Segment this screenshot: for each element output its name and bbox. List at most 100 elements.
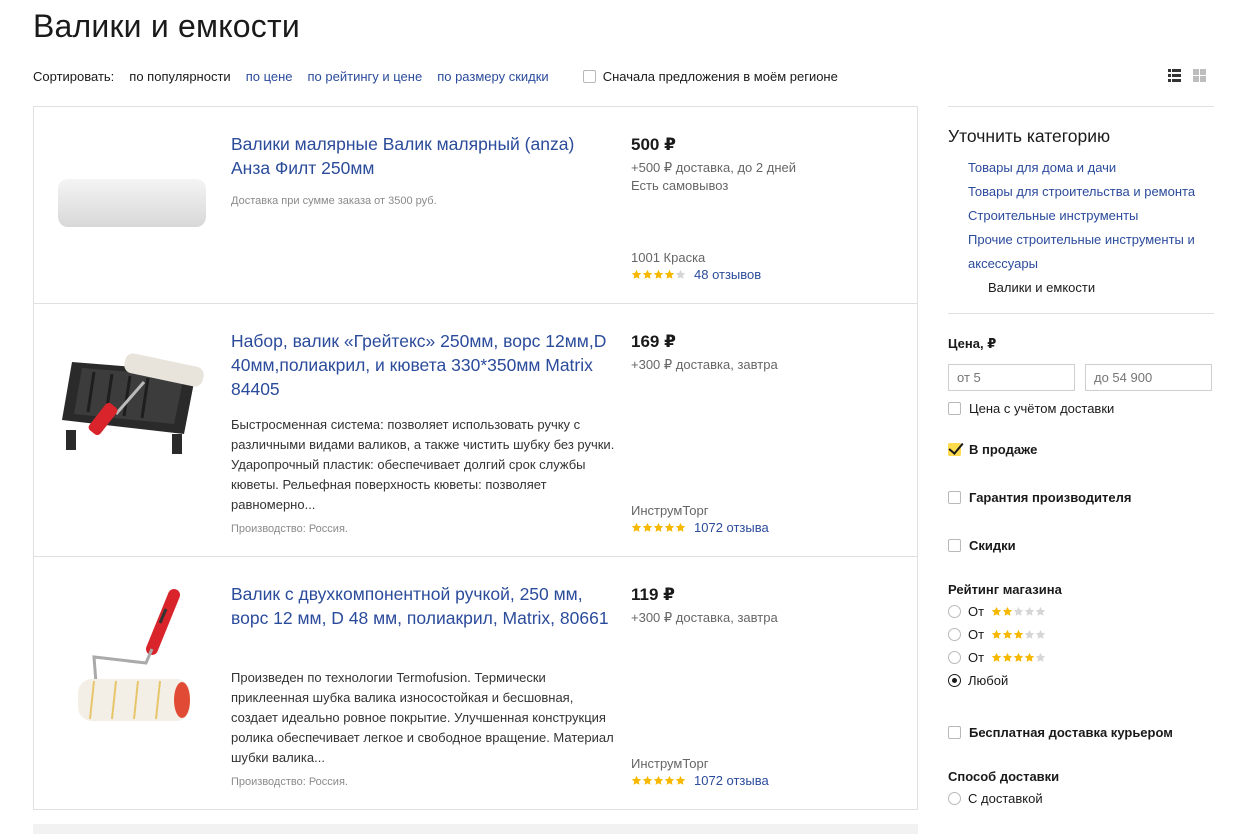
price-range	[948, 364, 1214, 391]
warranty-row[interactable]: Гарантия производителя	[948, 490, 1214, 505]
price-with-delivery-checkbox[interactable]	[948, 402, 961, 415]
product-delivery: +500 ₽ доставка, до 2 дней	[631, 160, 796, 175]
rating-stars	[631, 269, 686, 280]
product-note: Доставка при сумме заказа от 3500 руб.	[231, 195, 437, 207]
product-note: Производство: Россия.	[231, 523, 348, 535]
reviews-link[interactable]: 1072 отзыва	[694, 520, 769, 535]
product-card: Валик с двухкомпонентной ручкой, 250 мм,…	[34, 557, 917, 809]
product-price: 169 ₽	[631, 332, 676, 351]
price-to-input[interactable]	[1085, 364, 1212, 391]
star-filled-icon	[1002, 652, 1013, 662]
star-filled-icon	[991, 629, 1002, 639]
on-sale-row[interactable]: В продаже	[948, 442, 1214, 457]
view-toggle	[1168, 69, 1206, 82]
divider	[948, 106, 1214, 107]
shop-rating-option[interactable]: От	[948, 600, 1214, 623]
discounts-row[interactable]: Скидки	[948, 538, 1214, 553]
star-filled-icon	[1002, 629, 1013, 639]
shop-rating-radio[interactable]	[948, 674, 961, 687]
warranty-checkbox[interactable]	[948, 491, 961, 504]
product-note: Производство: Россия.	[231, 776, 348, 788]
shop-rating-option[interactable]: Любой	[948, 669, 1214, 692]
list-bottom-edge	[33, 824, 918, 834]
price-with-delivery-row[interactable]: Цена с учётом доставки	[948, 401, 1214, 416]
star-filled-icon	[642, 269, 653, 279]
on-sale-checkbox[interactable]	[948, 443, 961, 456]
star-filled-icon	[1013, 629, 1024, 639]
shop-name: ИнструмТорг	[631, 756, 709, 771]
star-filled-icon	[664, 522, 675, 532]
price-with-delivery-label: Цена с учётом доставки	[969, 401, 1115, 416]
shop-rating-option[interactable]: От	[948, 646, 1214, 669]
product-list: Валики малярные Валик малярный (anza) Ан…	[33, 106, 918, 810]
sort-label: Сортировать:	[33, 68, 115, 84]
delivery-method-radio[interactable]	[948, 792, 961, 805]
star-filled-icon	[642, 775, 653, 785]
category-current: Валики и емкости	[988, 280, 1096, 295]
discounts-checkbox[interactable]	[948, 539, 961, 552]
product-image-roller-tray-set[interactable]	[54, 342, 214, 462]
delivery-method-option[interactable]: С доставкой	[948, 787, 1214, 810]
product-image-roller-cover[interactable]	[54, 167, 214, 237]
product-card: Валики малярные Валик малярный (anza) Ан…	[34, 107, 917, 304]
star-filled-icon	[664, 775, 675, 785]
reviews-link[interactable]: 1072 отзыва	[694, 773, 769, 788]
warranty-label: Гарантия производителя	[969, 490, 1132, 505]
shop-rating-stars	[991, 606, 1046, 617]
free-courier-checkbox[interactable]	[948, 726, 961, 739]
star-filled-icon	[631, 269, 642, 279]
price-from-input[interactable]	[948, 364, 1075, 391]
category-construction-tools[interactable]: Строительные инструменты	[948, 204, 1214, 228]
shop-rating-radio[interactable]	[948, 651, 961, 664]
star-filled-icon	[991, 652, 1002, 662]
list-view-icon[interactable]	[1168, 69, 1181, 82]
page-title: Валики и емкости	[33, 8, 300, 44]
shop-rating-radio[interactable]	[948, 628, 961, 641]
category-list: Товары для дома и дачи Товары для строит…	[948, 156, 1214, 300]
free-courier-label: Бесплатная доставка курьером	[969, 725, 1173, 740]
shop-rating-label: От	[968, 650, 985, 665]
product-rating: 1072 отзыва	[631, 773, 769, 788]
divider	[948, 313, 1214, 314]
star-empty-icon	[675, 269, 686, 279]
product-title[interactable]: Валик с двухкомпонентной ручкой, 250 мм,…	[231, 582, 611, 630]
product-title[interactable]: Валики малярные Валик малярный (anza) Ан…	[231, 132, 611, 180]
star-filled-icon	[631, 775, 642, 785]
star-empty-icon	[1013, 606, 1024, 616]
shop-rating-option[interactable]: От	[948, 623, 1214, 646]
product-rating: 1072 отзыва	[631, 520, 769, 535]
filters-sidebar: Уточнить категорию Товары для дома и дач…	[948, 106, 1214, 810]
rating-stars	[631, 775, 686, 786]
shop-rating-stars	[991, 652, 1046, 663]
grid-view-icon[interactable]	[1193, 69, 1206, 82]
region-first-checkbox[interactable]: Сначала предложения в моём регионе	[582, 68, 838, 84]
category-other-tools[interactable]: Прочие строительные инструменты и аксесс…	[948, 228, 1214, 276]
product-delivery: +300 ₽ доставка, завтра	[631, 610, 778, 625]
sort-option-price[interactable]: по цене	[246, 69, 293, 84]
sort-option-popularity[interactable]: по популярности	[129, 69, 230, 84]
rating-stars	[631, 522, 686, 533]
sort-option-rating-price[interactable]: по рейтингу и цене	[308, 69, 423, 84]
product-image-paint-roller[interactable]	[54, 587, 214, 727]
product-title[interactable]: Набор, валик «Грейтекс» 250мм, ворс 12мм…	[231, 329, 611, 401]
reviews-link[interactable]: 48 отзывов	[694, 267, 761, 282]
region-first-checkbox-box[interactable]	[582, 69, 596, 83]
star-filled-icon	[653, 775, 664, 785]
star-filled-icon	[1024, 652, 1035, 662]
star-filled-icon	[653, 522, 664, 532]
category-construction[interactable]: Товары для строительства и ремонта	[948, 180, 1214, 204]
category-home-garden[interactable]: Товары для дома и дачи	[948, 156, 1214, 180]
shop-rating-stars	[991, 629, 1046, 640]
free-courier-row[interactable]: Бесплатная доставка курьером	[948, 725, 1214, 740]
on-sale-label: В продаже	[969, 442, 1038, 457]
product-card: Набор, валик «Грейтекс» 250мм, ворс 12мм…	[34, 304, 917, 557]
shop-rating-radio[interactable]	[948, 605, 961, 618]
product-price: 119 ₽	[631, 585, 675, 604]
product-price: 500 ₽	[631, 135, 676, 154]
shop-rating-title: Рейтинг магазина	[948, 582, 1062, 597]
shop-name: 1001 Краска	[631, 250, 706, 265]
star-filled-icon	[1002, 606, 1013, 616]
sort-option-discount[interactable]: по размеру скидки	[437, 69, 549, 84]
star-empty-icon	[1024, 606, 1035, 616]
region-first-checkbox-label: Сначала предложения в моём регионе	[602, 68, 838, 84]
